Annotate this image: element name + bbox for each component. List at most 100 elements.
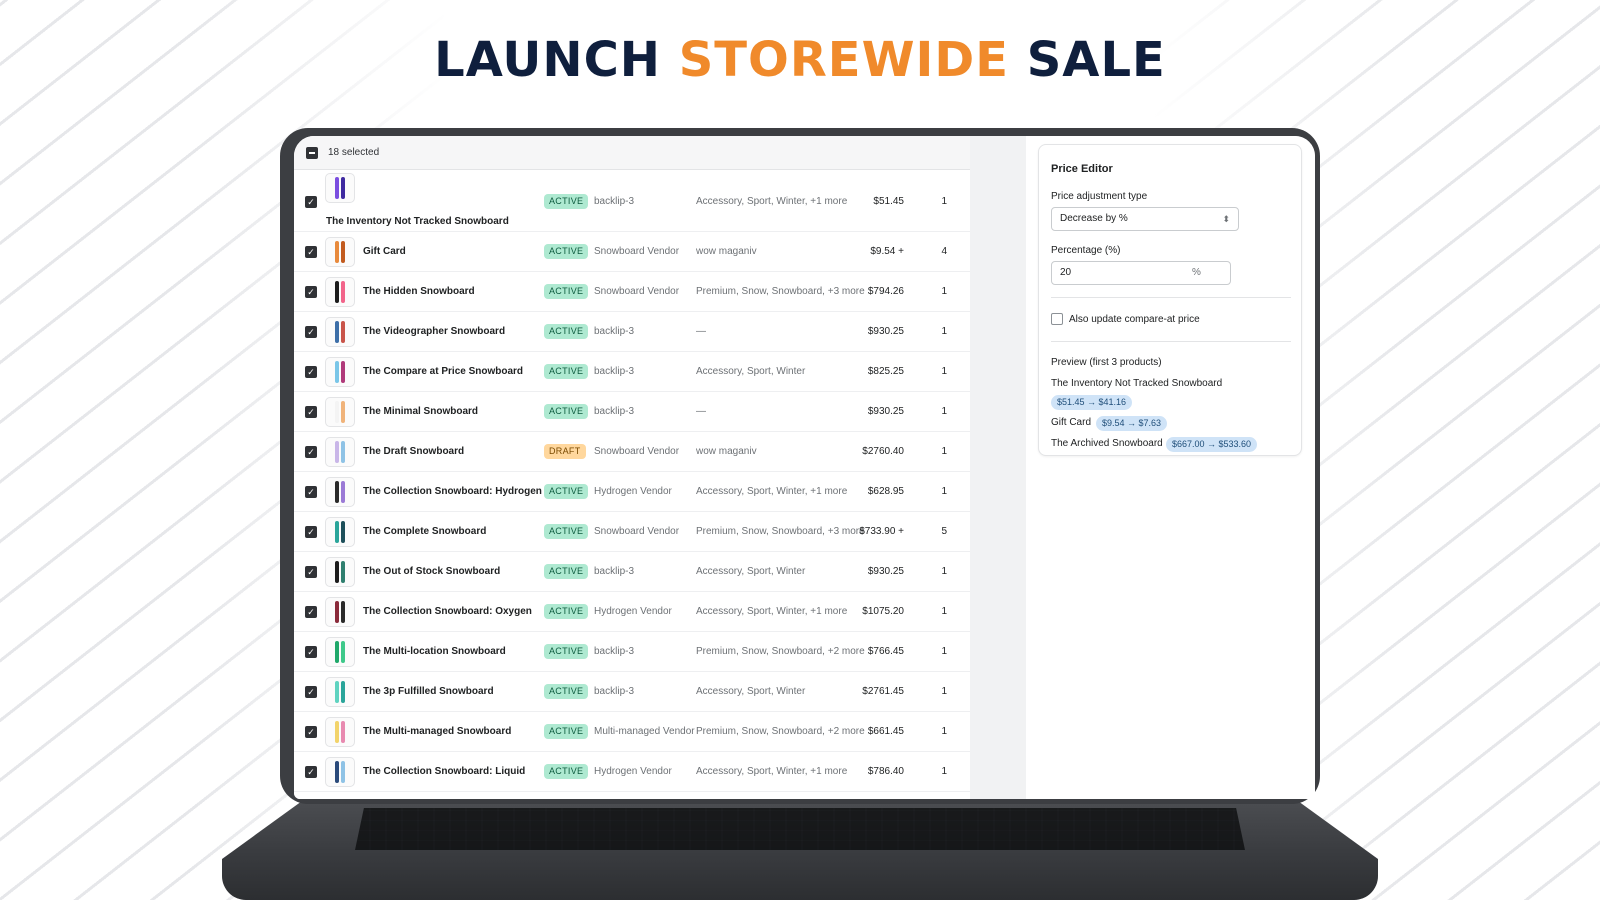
product-name[interactable]: The Minimal Snowboard — [363, 406, 478, 417]
table-row[interactable]: ✓ Gift Card ACTIVE Snowboard Vendor wow maga… — [294, 232, 970, 272]
table-row[interactable]: ✓ The Multi-managed Snowboard ACTIVE Multi-… — [294, 712, 970, 752]
row-checkbox[interactable]: ✓ — [305, 246, 317, 258]
thumbnail-stripe — [335, 401, 339, 423]
thumbnail-stripe — [341, 521, 345, 543]
table-row[interactable]: ✓ The Multi-location Snowboard ACTIVE backl… — [294, 632, 970, 672]
product-thumbnail — [325, 557, 355, 587]
thumbnail-stripe — [341, 641, 345, 663]
status-badge: ACTIVE — [544, 644, 589, 659]
row-checkbox[interactable]: ✓ — [305, 326, 317, 338]
select-all-checkbox[interactable] — [306, 146, 318, 159]
table-row[interactable]: ✓ The Out of Stock Snowboard ACTIVE backlip… — [294, 552, 970, 592]
table-row[interactable]: ✓ The Minimal Snowboard ACTIVE backlip-3 — $9… — [294, 392, 970, 432]
table-row[interactable]: ✓ The Draft Snowboard DRAFT Snowboard Vendo… — [294, 432, 970, 472]
product-tags: Premium, Snow, Snowboard, +2 more — [696, 646, 865, 657]
status-badge: ACTIVE — [544, 284, 589, 299]
divider — [1051, 297, 1291, 298]
product-name[interactable]: The Draft Snowboard — [363, 446, 464, 457]
product-vendor: Snowboard Vendor — [594, 246, 680, 257]
table-row[interactable]: ✓ The 3p Fulfilled Snowboard ACTIVE backlip… — [294, 672, 970, 712]
thumbnail-stripe — [341, 321, 345, 343]
product-thumbnail — [325, 173, 355, 203]
product-vendor: Hydrogen Vendor — [594, 486, 672, 497]
row-checkbox[interactable]: ✓ — [305, 646, 317, 658]
preview-item-name: Gift Card — [1051, 417, 1092, 428]
row-checkbox[interactable]: ✓ — [305, 286, 317, 298]
product-price: $51.45 — [873, 196, 904, 207]
selection-header: 18 selected — [294, 136, 970, 170]
product-vendor: Hydrogen Vendor — [594, 606, 672, 617]
product-quantity: 1 — [941, 486, 947, 497]
product-name[interactable]: The Collection Snowboard: Liquid — [363, 766, 525, 777]
product-name[interactable]: The Compare at Price Snowboard — [363, 366, 523, 377]
product-quantity: 4 — [941, 246, 947, 257]
row-checkbox[interactable]: ✓ — [305, 566, 317, 578]
compare-at-checkbox[interactable] — [1051, 313, 1063, 325]
product-thumbnail — [325, 397, 355, 427]
product-price: $2760.40 — [862, 446, 904, 457]
product-name[interactable]: The Collection Snowboard: Oxygen — [363, 606, 532, 617]
row-checkbox[interactable]: ✓ — [305, 366, 317, 378]
table-row[interactable]: ✓ The Compare at Price Snowboard ACTIVE bac… — [294, 352, 970, 392]
row-checkbox[interactable]: ✓ — [305, 766, 317, 778]
product-price: $661.45 — [867, 726, 904, 737]
product-thumbnail — [325, 477, 355, 507]
product-vendor: Snowboard Vendor — [594, 446, 680, 457]
thumbnail-stripe — [335, 281, 339, 303]
adjustment-type-select[interactable]: Decrease by % ⬍ — [1051, 207, 1239, 231]
product-name[interactable]: Gift Card — [363, 246, 406, 257]
product-name[interactable]: The Inventory Not Tracked Snowboard — [326, 216, 509, 227]
status-badge: ACTIVE — [544, 564, 589, 579]
product-name[interactable]: The Videographer Snowboard — [363, 326, 505, 337]
table-row[interactable]: ✓ The Collection Snowboard: Liquid ACTIVE H… — [294, 752, 970, 792]
row-checkbox[interactable]: ✓ — [305, 726, 317, 738]
product-tags: Accessory, Sport, Winter — [696, 366, 806, 377]
table-row[interactable]: ✓ The Videographer Snowboard ACTIVE backlip… — [294, 312, 970, 352]
row-checkbox[interactable]: ✓ — [305, 196, 317, 208]
product-vendor: Snowboard Vendor — [594, 526, 680, 537]
row-checkbox[interactable]: ✓ — [305, 686, 317, 698]
product-name[interactable]: The Hidden Snowboard — [363, 286, 475, 297]
product-price: $766.45 — [867, 646, 904, 657]
table-row[interactable]: ✓ The Hidden Snowboard ACTIVE Snowboard Ven… — [294, 272, 970, 312]
product-price: $786.40 — [867, 766, 904, 777]
table-row[interactable]: ✓ The Collection Snowboard: Hydrogen ACTIV… — [294, 472, 970, 512]
product-quantity: 1 — [941, 606, 947, 617]
headline-word-sale: SALE — [1026, 32, 1166, 88]
product-quantity: 1 — [941, 646, 947, 657]
product-price: $9.54 + — [870, 246, 904, 257]
table-row[interactable]: ✓ The Inventory Not Tracked Snowboard ACTI… — [294, 170, 970, 232]
status-badge: ACTIVE — [544, 604, 589, 619]
table-row[interactable]: ✓ The Collection Snowboard: Oxygen ACTIVE H… — [294, 592, 970, 632]
headline-word-storewide: STOREWIDE — [678, 32, 1010, 88]
product-name[interactable]: The Out of Stock Snowboard — [363, 566, 500, 577]
product-quantity: 1 — [941, 686, 947, 697]
row-checkbox[interactable]: ✓ — [305, 446, 317, 458]
status-badge: ACTIVE — [544, 364, 589, 379]
product-name[interactable]: The Complete Snowboard — [363, 526, 486, 537]
row-checkbox[interactable]: ✓ — [305, 606, 317, 618]
thumbnail-stripe — [335, 481, 339, 503]
product-name[interactable]: The Collection Snowboard: Hydrogen — [363, 486, 542, 497]
row-checkbox[interactable]: ✓ — [305, 526, 317, 538]
product-name[interactable]: The Multi-managed Snowboard — [363, 726, 511, 737]
row-checkbox[interactable]: ✓ — [305, 406, 317, 418]
thumbnail-stripe — [341, 681, 345, 703]
product-tags: Premium, Snow, Snowboard, +3 more — [696, 526, 865, 537]
headline: LAUNCH STOREWIDE SALE — [0, 32, 1600, 88]
product-thumbnail — [325, 597, 355, 627]
product-name[interactable]: The Multi-location Snowboard — [363, 646, 506, 657]
product-thumbnail — [325, 717, 355, 747]
percentage-input[interactable]: 20 % — [1051, 261, 1231, 285]
product-name[interactable]: The 3p Fulfilled Snowboard — [363, 686, 494, 697]
laptop-keyboard — [355, 808, 1245, 850]
product-vendor: backlip-3 — [594, 196, 635, 207]
thumbnail-stripe — [341, 281, 345, 303]
preview-price-change: $51.45 → $41.16 — [1051, 395, 1133, 410]
thumbnail-stripe — [341, 361, 345, 383]
status-badge: ACTIVE — [544, 194, 589, 209]
table-row[interactable]: ✓ The Complete Snowboard ACTIVE Snowboard V… — [294, 512, 970, 552]
product-vendor: backlip-3 — [594, 406, 635, 417]
product-thumbnail — [325, 357, 355, 387]
row-checkbox[interactable]: ✓ — [305, 486, 317, 498]
